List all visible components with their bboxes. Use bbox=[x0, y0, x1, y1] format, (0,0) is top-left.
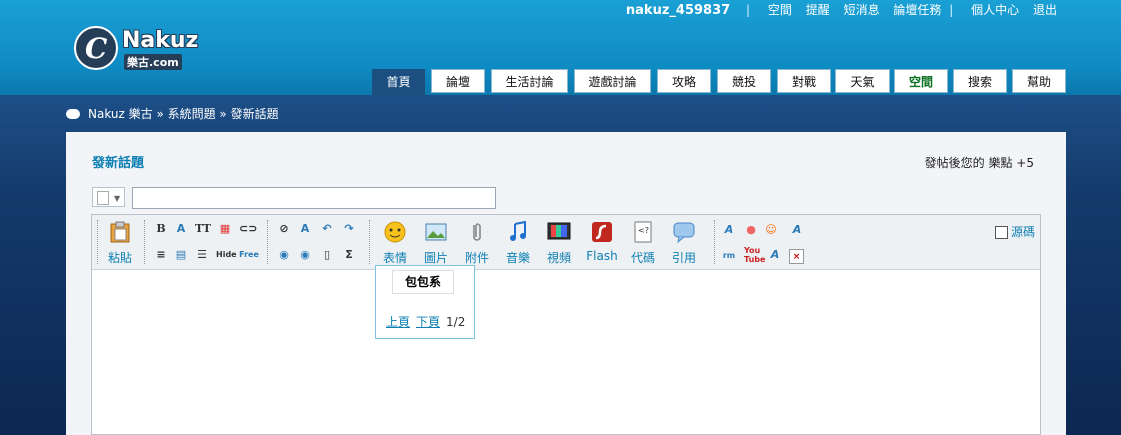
image-icon bbox=[425, 223, 447, 241]
attachment-button[interactable]: 附件 bbox=[459, 221, 495, 266]
tv-icon bbox=[547, 222, 571, 240]
subject-input[interactable] bbox=[132, 187, 496, 209]
tab-forum[interactable]: 論壇 bbox=[431, 69, 485, 93]
smiley-icon bbox=[384, 221, 406, 243]
quote-button[interactable]: 引用 bbox=[666, 221, 702, 266]
logout-link[interactable]: 退出 bbox=[1033, 3, 1057, 17]
page-title: 發新話題 bbox=[92, 156, 145, 171]
sigma-icon[interactable]: Σ bbox=[342, 248, 356, 262]
logo-domain: 樂古.com bbox=[124, 54, 182, 70]
rich-text-editor: 粘貼 B A TT ▦ ⊂⊃ ≡ ▤ ☰ Hide Free ⊘ A ↶ ↷ ◉… bbox=[91, 214, 1041, 435]
youtube-icon[interactable]: You Tube bbox=[744, 246, 765, 264]
chevron-down-icon: ▼ bbox=[114, 194, 121, 203]
image-button[interactable]: 圖片 bbox=[418, 221, 454, 266]
paste-button[interactable]: 粘貼 bbox=[102, 221, 138, 266]
emoticon-popup: 包包系 上頁 下頁 1/2 bbox=[375, 265, 475, 339]
source-code-toggle[interactable]: 源碼 bbox=[994, 223, 1035, 240]
superscript-icon[interactable]: A bbox=[768, 248, 782, 262]
logo-mark-icon: C bbox=[74, 26, 118, 70]
clear-format-icon[interactable]: A bbox=[298, 222, 312, 236]
page-icon[interactable]: ▯ bbox=[320, 248, 334, 262]
media-player-icon[interactable]: ● bbox=[744, 223, 758, 237]
link-icon[interactable]: ⊂⊃ bbox=[239, 222, 257, 236]
speech-bubble-icon bbox=[66, 109, 80, 119]
tab-space[interactable]: 空間 bbox=[894, 69, 948, 93]
outdent-icon[interactable]: ◉ bbox=[298, 248, 312, 262]
pm-link[interactable]: 短消息 bbox=[844, 3, 880, 17]
real-media-icon[interactable]: rm bbox=[722, 249, 736, 263]
post-type-select[interactable]: ▼ bbox=[92, 187, 125, 207]
popup-pagination: 上頁 下頁 1/2 bbox=[386, 313, 465, 330]
flash-icon bbox=[592, 222, 612, 242]
indent-icon[interactable]: ◉ bbox=[277, 248, 291, 262]
free-icon[interactable]: Free bbox=[238, 248, 260, 262]
rss-icon[interactable]: ☺ bbox=[764, 223, 778, 237]
post-panel: 發新話題 發帖後您的 樂點 +5 ▼ 粘貼 B A TT ▦ ⊂⊃ ≡ ▤ ☰ … bbox=[66, 132, 1066, 435]
next-page-link[interactable]: 下頁 bbox=[416, 315, 440, 329]
undo-icon[interactable]: ↶ bbox=[320, 222, 334, 236]
music-button[interactable]: 音樂 bbox=[500, 220, 536, 266]
code-icon: <? bbox=[634, 221, 652, 243]
subscript-icon[interactable]: A bbox=[790, 223, 804, 237]
broken-image-icon[interactable]: × bbox=[789, 249, 804, 264]
quote-icon bbox=[673, 222, 695, 244]
tasks-link[interactable]: 論壇任務 bbox=[893, 3, 941, 17]
emoticon-button[interactable]: 表情 bbox=[377, 221, 413, 266]
document-icon bbox=[97, 191, 109, 205]
clipboard-icon bbox=[110, 221, 130, 243]
tab-search[interactable]: 搜索 bbox=[953, 69, 1007, 93]
top-links: nakuz_459837 | 空間 提醒 短消息 論壇任務 | 個人中心 退出 bbox=[625, 3, 1057, 18]
font-size-icon[interactable]: TT bbox=[195, 222, 211, 236]
site-logo[interactable]: C Nakuz 樂古.com bbox=[74, 26, 214, 72]
tab-battle[interactable]: 對戰 bbox=[777, 69, 831, 93]
source-checkbox[interactable] bbox=[994, 226, 1008, 239]
redo-icon[interactable]: ↷ bbox=[342, 222, 356, 236]
music-note-icon bbox=[510, 220, 526, 241]
unlink-icon[interactable]: ⊘ bbox=[277, 222, 291, 236]
color-grid-icon[interactable]: ▦ bbox=[218, 222, 232, 236]
flash-button[interactable]: Flash bbox=[582, 221, 622, 263]
site-header: nakuz_459837 | 空間 提醒 短消息 論壇任務 | 個人中心 退出 … bbox=[0, 0, 1121, 95]
tab-weather[interactable]: 天氣 bbox=[835, 69, 890, 93]
breadcrumb-text[interactable]: Nakuz 樂古 » 系統問題 » 發新話題 bbox=[88, 107, 279, 121]
code-button[interactable]: <? 代碼 bbox=[625, 221, 661, 266]
tab-life[interactable]: 生活討論 bbox=[491, 69, 568, 93]
bold-icon[interactable]: B bbox=[154, 222, 168, 236]
logo-name: Nakuz bbox=[122, 28, 199, 53]
font-a-icon[interactable]: A bbox=[722, 223, 736, 237]
page-indicator: 1/2 bbox=[446, 315, 466, 329]
points-info: 發帖後您的 樂點 +5 bbox=[924, 156, 1034, 170]
prev-page-link[interactable]: 上頁 bbox=[386, 315, 410, 329]
space-link[interactable]: 空間 bbox=[768, 3, 792, 17]
table-icon[interactable]: ▤ bbox=[174, 248, 188, 262]
tab-guides[interactable]: 攻略 bbox=[657, 69, 711, 93]
username-link[interactable]: nakuz_459837 bbox=[626, 3, 730, 18]
hide-icon[interactable]: Hide bbox=[216, 248, 237, 262]
tab-bidding[interactable]: 競投 bbox=[717, 69, 771, 93]
user-center-link[interactable]: 個人中心 bbox=[971, 3, 1019, 17]
emoticon-category-tab[interactable]: 包包系 bbox=[392, 270, 454, 294]
svg-text:<?: <? bbox=[638, 226, 649, 235]
breadcrumb: Nakuz 樂古 » 系統問題 » 發新話題 bbox=[66, 106, 279, 122]
align-left-icon[interactable]: ≡ bbox=[154, 248, 168, 262]
font-color-icon[interactable]: A bbox=[174, 222, 188, 236]
tab-help[interactable]: 幫助 bbox=[1012, 69, 1066, 93]
video-button[interactable]: 視頻 bbox=[541, 221, 577, 266]
tab-home[interactable]: 首頁 bbox=[372, 69, 425, 95]
tab-games[interactable]: 遊戲討論 bbox=[574, 69, 651, 93]
notify-link[interactable]: 提醒 bbox=[806, 3, 830, 17]
paperclip-icon bbox=[473, 223, 481, 241]
editor-toolbar: 粘貼 B A TT ▦ ⊂⊃ ≡ ▤ ☰ Hide Free ⊘ A ↶ ↷ ◉… bbox=[92, 215, 1040, 270]
list-icon[interactable]: ☰ bbox=[195, 248, 209, 262]
